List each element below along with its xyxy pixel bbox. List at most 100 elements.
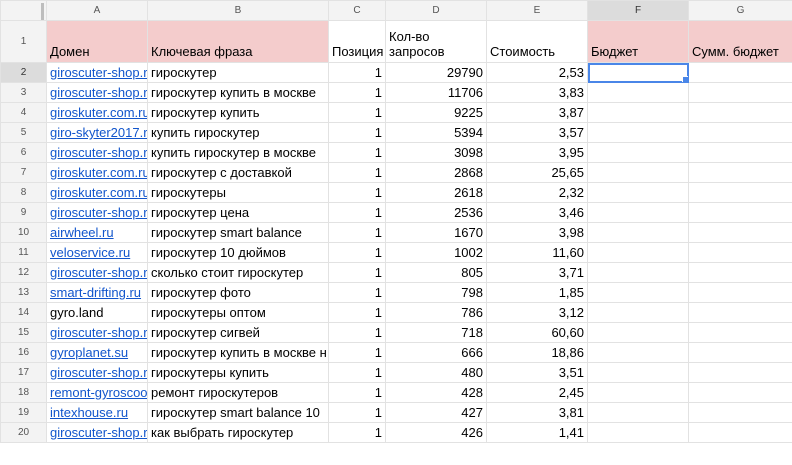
column-header-a[interactable]: A	[46, 0, 148, 21]
cell-position[interactable]: 1	[328, 162, 386, 183]
cell-position[interactable]: 1	[328, 322, 386, 343]
cell-cost[interactable]: 11,60	[486, 242, 588, 263]
cell-budget[interactable]	[587, 102, 689, 123]
cell-requests[interactable]: 428	[385, 382, 487, 403]
cell-sum-budget[interactable]	[688, 322, 792, 343]
cell-sum-budget[interactable]	[688, 202, 792, 223]
cell-cost[interactable]: 3,46	[486, 202, 588, 223]
cell-sum-budget[interactable]	[688, 302, 792, 323]
cell-requests[interactable]: 2618	[385, 182, 487, 203]
cell-position[interactable]: 1	[328, 182, 386, 203]
cell-requests[interactable]: 427	[385, 402, 487, 423]
fill-handle[interactable]	[682, 76, 688, 82]
header-budget[interactable]: Бюджет	[587, 20, 689, 63]
row-number[interactable]: 14	[0, 302, 47, 323]
cell-budget[interactable]	[587, 362, 689, 383]
cell-cost[interactable]: 3,51	[486, 362, 588, 383]
cell-cost[interactable]: 3,83	[486, 82, 588, 103]
row-number[interactable]: 13	[0, 282, 47, 303]
cell-phrase[interactable]: гироскутеры оптом	[147, 302, 329, 323]
cell-budget[interactable]	[587, 122, 689, 143]
cell-sum-budget[interactable]	[688, 142, 792, 163]
cell-domain[interactable]: giroscuter-shop.r	[46, 362, 148, 383]
cell-requests[interactable]: 2536	[385, 202, 487, 223]
cell-requests[interactable]: 718	[385, 322, 487, 343]
cell-requests[interactable]: 9225	[385, 102, 487, 123]
cell-requests[interactable]: 11706	[385, 82, 487, 103]
header-cost[interactable]: Стоимость	[486, 20, 588, 63]
cell-sum-budget[interactable]	[688, 102, 792, 123]
header-sum-budget[interactable]: Сумм. бюджет	[688, 20, 792, 63]
cell-position[interactable]: 1	[328, 302, 386, 323]
cell-requests[interactable]: 1002	[385, 242, 487, 263]
cell-sum-budget[interactable]	[688, 82, 792, 103]
cell-position[interactable]: 1	[328, 382, 386, 403]
row-number[interactable]: 16	[0, 342, 47, 363]
column-header-b[interactable]: B	[147, 0, 329, 21]
cell-budget[interactable]	[587, 162, 689, 183]
cell-sum-budget[interactable]	[688, 422, 792, 443]
cell-cost[interactable]: 3,57	[486, 122, 588, 143]
cell-domain[interactable]: gyroplanet.su	[46, 342, 148, 363]
cell-position[interactable]: 1	[328, 82, 386, 103]
cell-budget[interactable]	[587, 182, 689, 203]
cell-domain[interactable]: giroscuter-shop.r	[46, 322, 148, 343]
row-number[interactable]: 15	[0, 322, 47, 343]
row-number[interactable]: 6	[0, 142, 47, 163]
cell-domain[interactable]: airwheel.ru	[46, 222, 148, 243]
cell-cost[interactable]: 1,41	[486, 422, 588, 443]
cell-position[interactable]: 1	[328, 122, 386, 143]
cell-budget[interactable]	[587, 302, 689, 323]
cell-phrase[interactable]: гироскутеры купить	[147, 362, 329, 383]
cell-domain[interactable]: giroscuter-shop.r	[46, 202, 148, 223]
cell-position[interactable]: 1	[328, 422, 386, 443]
cell-sum-budget[interactable]	[688, 382, 792, 403]
cell-domain[interactable]: giroskuter.com.ru	[46, 102, 148, 123]
cell-position[interactable]: 1	[328, 362, 386, 383]
cell-position[interactable]: 1	[328, 242, 386, 263]
row-number[interactable]: 10	[0, 222, 47, 243]
cell-requests[interactable]: 805	[385, 262, 487, 283]
cell-cost[interactable]: 60,60	[486, 322, 588, 343]
cell-phrase[interactable]: гироскутер сигвей	[147, 322, 329, 343]
cell-domain[interactable]: giroskuter.com.ru	[46, 182, 148, 203]
column-header-c[interactable]: C	[328, 0, 386, 21]
cell-budget[interactable]	[587, 82, 689, 103]
cell-sum-budget[interactable]	[688, 282, 792, 303]
cell-cost[interactable]: 2,53	[486, 62, 588, 83]
cell-sum-budget[interactable]	[688, 242, 792, 263]
header-requests[interactable]: Кол-во запросов	[385, 20, 487, 63]
cell-position[interactable]: 1	[328, 142, 386, 163]
cell-phrase[interactable]: гироскутер 10 дюймов	[147, 242, 329, 263]
cell-position[interactable]: 1	[328, 342, 386, 363]
column-header-f[interactable]: F	[587, 0, 689, 21]
cell-cost[interactable]: 3,71	[486, 262, 588, 283]
cell-phrase[interactable]: купить гироскутер	[147, 122, 329, 143]
cell-budget[interactable]	[587, 62, 689, 83]
row-number[interactable]: 7	[0, 162, 47, 183]
cell-budget[interactable]	[587, 422, 689, 443]
cell-budget[interactable]	[587, 282, 689, 303]
cell-requests[interactable]: 1670	[385, 222, 487, 243]
row-number[interactable]: 1	[0, 20, 47, 63]
cell-budget[interactable]	[587, 142, 689, 163]
cell-position[interactable]: 1	[328, 102, 386, 123]
cell-budget[interactable]	[587, 222, 689, 243]
cell-phrase[interactable]: гироскутер	[147, 62, 329, 83]
cell-domain[interactable]: giroscuter-shop.r	[46, 62, 148, 83]
cell-domain[interactable]: remont-gyroscoo	[46, 382, 148, 403]
cell-budget[interactable]	[587, 342, 689, 363]
row-number[interactable]: 17	[0, 362, 47, 383]
cell-cost[interactable]: 3,87	[486, 102, 588, 123]
cell-domain[interactable]: gyro.land	[46, 302, 148, 323]
cell-requests[interactable]: 786	[385, 302, 487, 323]
cell-budget[interactable]	[587, 382, 689, 403]
cell-sum-budget[interactable]	[688, 122, 792, 143]
column-header-e[interactable]: E	[486, 0, 588, 21]
cell-requests[interactable]: 480	[385, 362, 487, 383]
cell-cost[interactable]: 3,98	[486, 222, 588, 243]
row-number[interactable]: 11	[0, 242, 47, 263]
cell-domain[interactable]: giroscuter-shop.r	[46, 142, 148, 163]
header-position[interactable]: Позиция	[328, 20, 386, 63]
row-number[interactable]: 20	[0, 422, 47, 443]
